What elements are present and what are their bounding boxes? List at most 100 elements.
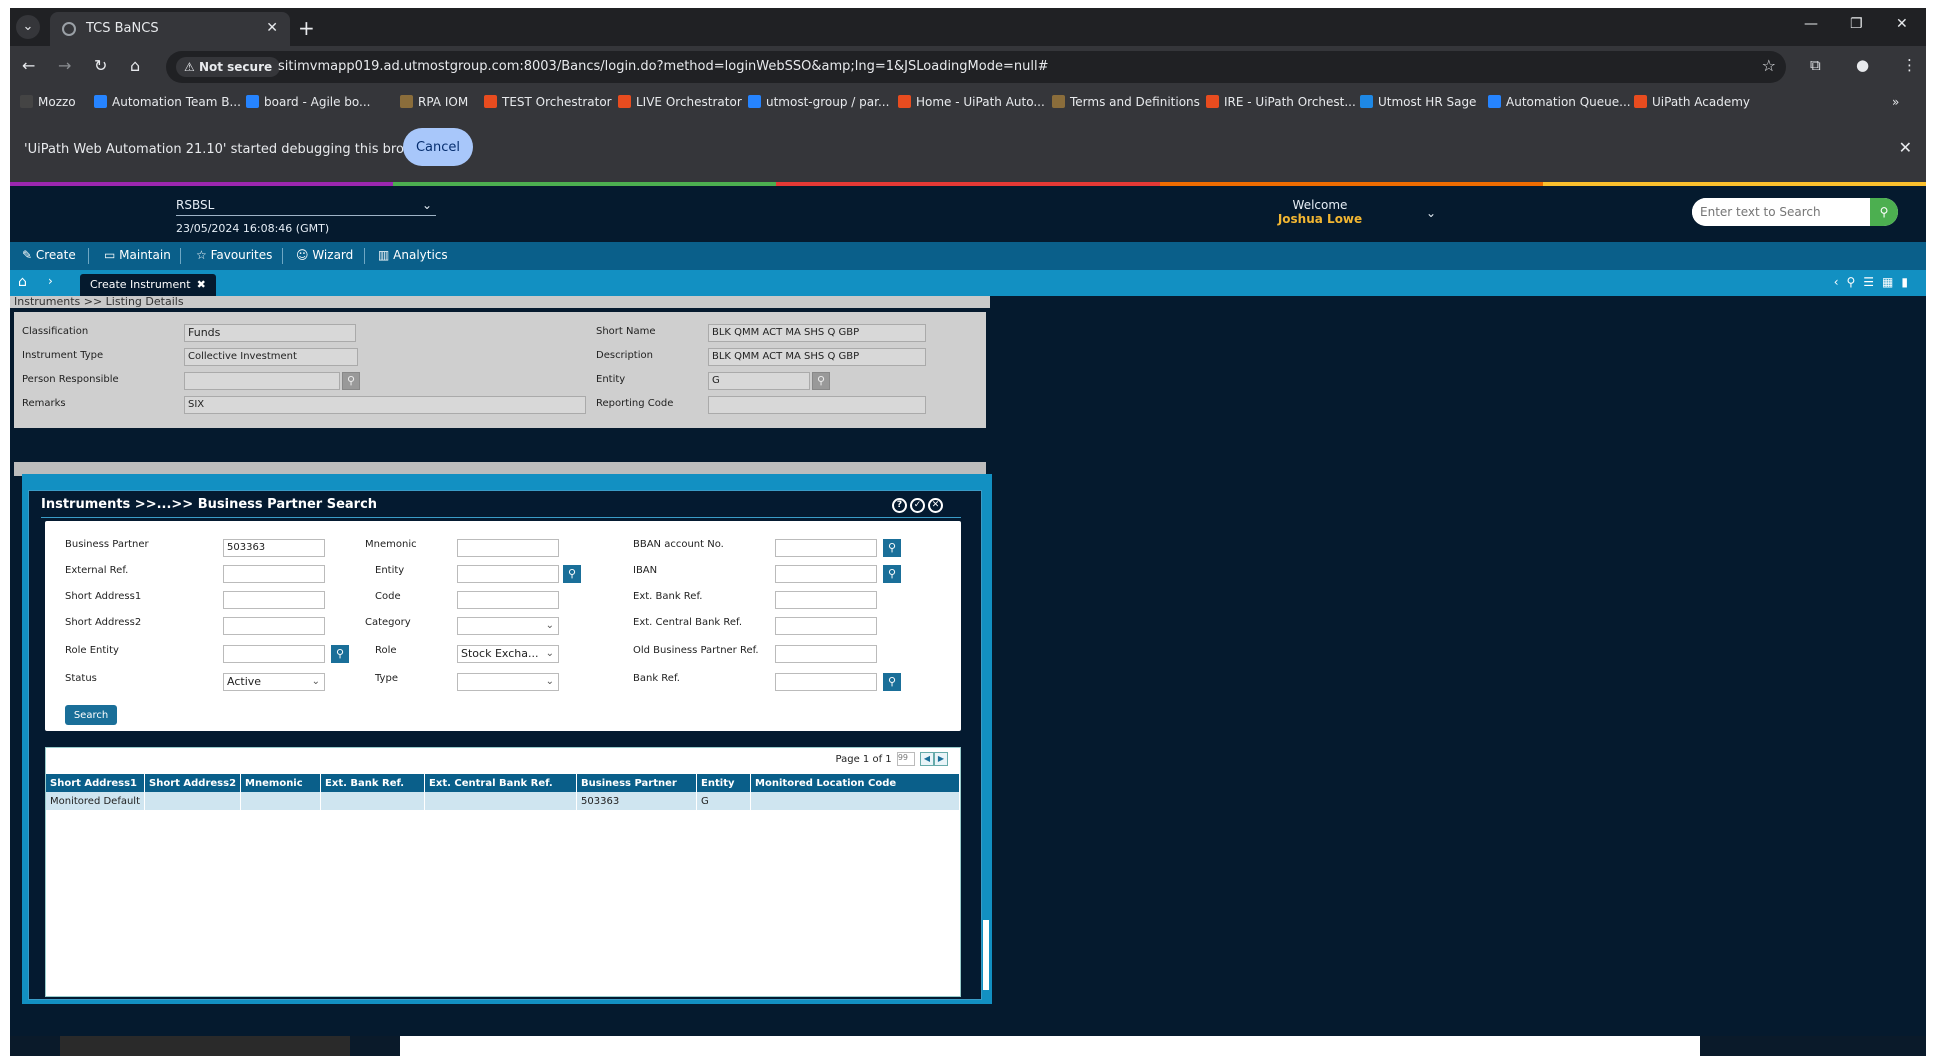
search-button[interactable]: Search <box>65 705 117 725</box>
tab-close-icon[interactable]: ✖ <box>197 278 206 291</box>
chevron-right-icon[interactable]: › <box>48 274 53 288</box>
ext-central-bank-ref-input[interactable] <box>775 617 877 635</box>
workspace-toolbar-icons[interactable]: ‹⚲☰▦▮ <box>1834 275 1916 289</box>
back-icon[interactable]: ← <box>22 56 35 75</box>
column-header[interactable]: Mnemonic <box>240 774 322 792</box>
omnibox[interactable]: ⚠ Not secure sitimvmapp019.ad.utmostgrou… <box>166 51 1786 83</box>
next-page-icon[interactable]: ▶ <box>934 752 948 766</box>
global-search-input[interactable] <box>1692 198 1870 226</box>
bookmark-item[interactable]: Home - UiPath Auto... <box>898 95 1045 109</box>
prev-page-icon[interactable]: ◀ <box>920 752 934 766</box>
category-select[interactable]: ⌄ <box>457 617 559 635</box>
browser-tab[interactable]: TCS BaNCS ✕ <box>50 12 290 46</box>
bban-input[interactable] <box>775 539 877 557</box>
short-name-field[interactable]: BLK QMM ACT MA SHS Q GBP <box>708 324 926 342</box>
bban-search-icon[interactable]: ⚲ <box>883 539 901 557</box>
window-close-icon[interactable]: ✕ <box>1896 16 1908 32</box>
reporting-code-field[interactable] <box>708 396 926 414</box>
new-tab-icon[interactable]: + <box>298 16 315 40</box>
bookmark-item[interactable]: LIVE Orchestrator <box>618 95 742 109</box>
bookmark-item[interactable]: Mozzo <box>20 95 76 109</box>
dialog-scrollbar[interactable] <box>982 490 990 1000</box>
table-row[interactable]: Monitored Default 503363 G <box>46 792 960 810</box>
role-entity-search-icon[interactable]: ⚲ <box>331 645 349 663</box>
type-select[interactable]: ⌄ <box>457 673 559 691</box>
role-select[interactable]: Stock Excha... ⌄ <box>457 645 559 663</box>
bookmark-item[interactable]: Automation Queue... <box>1488 95 1631 109</box>
bookmark-item[interactable]: TEST Orchestrator <box>484 95 612 109</box>
menu-maintain[interactable]: ▭ Maintain <box>104 248 171 262</box>
minimize-icon[interactable]: — <box>1804 16 1818 32</box>
menu-favourites[interactable]: ☆ Favourites <box>196 248 272 262</box>
infobar-close-icon[interactable]: ✕ <box>1899 138 1912 157</box>
page-size-input[interactable]: 99 <box>896 752 915 766</box>
short-address1-input[interactable] <box>223 591 325 609</box>
column-header[interactable]: Short Address1 <box>46 774 146 792</box>
column-header[interactable]: Business Partner <box>576 774 698 792</box>
close-icon[interactable]: ✕ <box>928 498 943 513</box>
bookmark-item[interactable]: Utmost HR Sage <box>1360 95 1476 109</box>
infobar-cancel-button[interactable]: Cancel <box>403 128 473 166</box>
external-ref-input[interactable] <box>223 565 325 583</box>
more-bookmarks-icon[interactable]: » <box>1892 95 1899 109</box>
description-field[interactable]: BLK QMM ACT MA SHS Q GBP <box>708 348 926 366</box>
business-partner-input[interactable]: 503363 <box>223 539 325 557</box>
confirm-check-icon[interactable]: ✓ <box>910 498 925 513</box>
help-icon[interactable]: ? <box>892 498 907 513</box>
old-bp-ref-input[interactable] <box>775 645 877 663</box>
menu-wizard[interactable]: ☺ Wizard <box>296 248 353 262</box>
column-header[interactable]: Entity <box>696 774 752 792</box>
entity-lookup-icon[interactable]: ⚲ <box>812 372 830 390</box>
not-secure-badge[interactable]: ⚠ Not secure <box>176 57 281 77</box>
bookmark-icon <box>618 95 631 108</box>
bank-ref-input[interactable] <box>775 673 877 691</box>
entity-field[interactable]: G <box>708 372 810 390</box>
url-text[interactable]: sitimvmapp019.ad.utmostgroup.com:8003/Ba… <box>278 59 1048 74</box>
menu-analytics[interactable]: ▥ Analytics <box>378 248 448 262</box>
bookmark-item[interactable]: RPA IOM <box>400 95 468 109</box>
tab-close-icon[interactable]: ✕ <box>266 20 278 36</box>
remarks-field[interactable]: SIX <box>184 396 586 414</box>
profile-icon[interactable]: ● <box>1856 56 1869 74</box>
bookmark-item[interactable]: utmost-group / par... <box>748 95 889 109</box>
person-lookup-icon[interactable]: ⚲ <box>342 372 360 390</box>
classification-field[interactable]: Funds <box>184 324 356 342</box>
tab-search-icon[interactable]: ⌄ <box>16 15 40 39</box>
iban-search-icon[interactable]: ⚲ <box>883 565 901 583</box>
home-icon[interactable]: ⌂ <box>18 274 27 290</box>
user-menu-chevron-icon[interactable]: ⌄ <box>1426 206 1436 220</box>
ext-bank-ref-input[interactable] <box>775 591 877 609</box>
entity-search-icon[interactable]: ⚲ <box>563 565 581 583</box>
code-input[interactable] <box>457 591 559 609</box>
bookmark-item[interactable]: IRE - UiPath Orchest... <box>1206 95 1356 109</box>
column-header[interactable]: Ext. Central Bank Ref. <box>424 774 578 792</box>
column-header[interactable]: Short Address2 <box>144 774 242 792</box>
extensions-icon[interactable]: ⧉ <box>1810 56 1821 74</box>
menu-create[interactable]: ✎ Create <box>22 248 76 262</box>
status-select[interactable]: Active ⌄ <box>223 673 325 691</box>
reload-icon[interactable]: ↻ <box>94 56 107 75</box>
instrument-type-field[interactable]: Collective Investment <box>184 348 358 366</box>
search-icon[interactable]: ⚲ <box>1870 198 1898 226</box>
bookmark-item[interactable]: UiPath Academy <box>1634 95 1750 109</box>
home-icon[interactable]: ⌂ <box>130 56 140 75</box>
restore-icon[interactable]: ❐ <box>1850 16 1863 32</box>
bookmark-item[interactable]: Automation Team B... <box>94 95 241 109</box>
entity-input[interactable] <box>457 565 559 583</box>
entity-selector[interactable]: RSBSL ⌄ <box>176 198 436 216</box>
role-entity-input[interactable] <box>223 645 325 663</box>
column-header[interactable]: Monitored Location Code <box>750 774 960 792</box>
bookmark-star-icon[interactable]: ☆ <box>1762 56 1776 75</box>
bank-ref-search-icon[interactable]: ⚲ <box>883 673 901 691</box>
mnemonic-input[interactable] <box>457 539 559 557</box>
more-menu-icon[interactable]: ⋮ <box>1902 56 1917 74</box>
scrollbar-thumb[interactable] <box>983 920 989 990</box>
iban-input[interactable] <box>775 565 877 583</box>
bookmark-item[interactable]: board - Agile bo... <box>246 95 371 109</box>
forward-icon[interactable]: → <box>58 56 71 75</box>
person-responsible-field[interactable] <box>184 372 340 390</box>
column-header[interactable]: Ext. Bank Ref. <box>320 774 426 792</box>
tab-create-instrument[interactable]: Create Instrument ✖ <box>80 274 216 296</box>
bookmark-item[interactable]: Terms and Definitions <box>1052 95 1200 109</box>
short-address2-input[interactable] <box>223 617 325 635</box>
